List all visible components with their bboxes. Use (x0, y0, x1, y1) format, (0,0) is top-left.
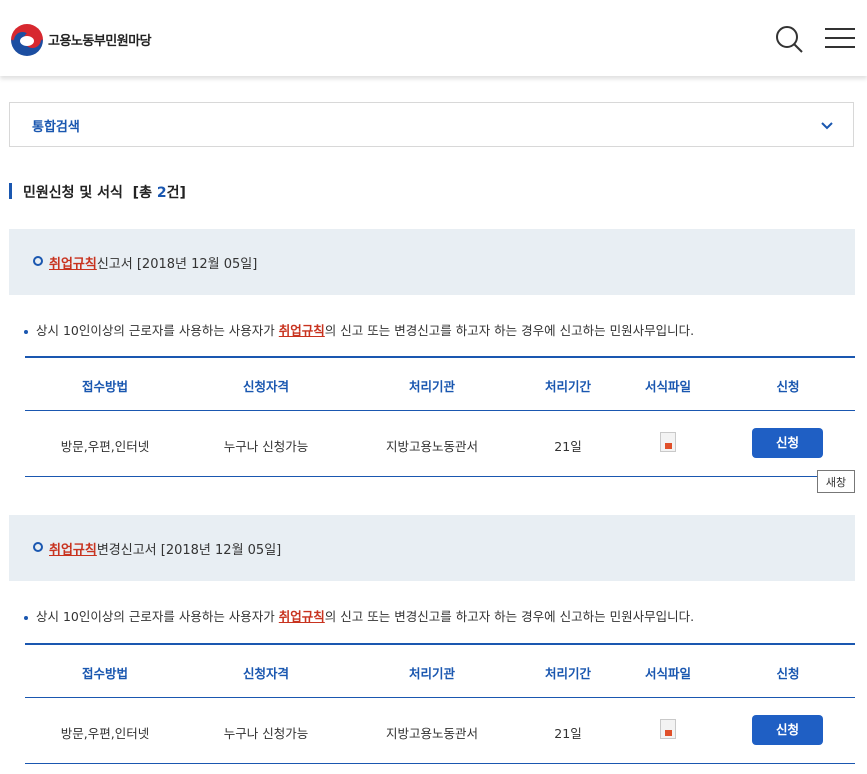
column-header: 처리기간 (544, 379, 592, 394)
result-item-header: 취업규칙변경신고서 [2018년 12월 05일] (9, 515, 855, 581)
column-header: 처리기간 (544, 666, 592, 681)
count-prefix: [총 (132, 185, 157, 201)
hamburger-menu-icon[interactable] (823, 22, 857, 56)
column-header: 신청 (776, 379, 800, 394)
result-item-title-link[interactable]: 취업규칙변경신고서 [2018년 12월 05일] (49, 539, 281, 558)
result-item-description: 상시 10인이상의 근로자를 사용하는 사용자가 취업규칙의 신고 또는 변경신… (24, 320, 694, 339)
column-header: 접수방법 (81, 666, 129, 681)
cell-method: 방문,우편,인터넷 (60, 726, 150, 741)
chevron-down-icon[interactable] (820, 118, 834, 137)
cell-agency: 지방고용노동관서 (385, 726, 479, 741)
cell-method: 방문,우편,인터넷 (60, 439, 150, 454)
site-header: 고용노동부민원마당 (0, 0, 867, 76)
cell-period: 21일 (554, 439, 582, 454)
column-header: 처리기관 (408, 666, 456, 681)
cell-period: 21일 (554, 726, 582, 741)
hwp-file-icon[interactable] (660, 719, 676, 739)
integrated-search-toggle[interactable]: 통합검색 (9, 102, 854, 147)
result-item-description: 상시 10인이상의 근로자를 사용하는 사용자가 취업규칙의 신고 또는 변경신… (24, 606, 694, 625)
column-header: 접수방법 (81, 379, 129, 394)
count-suffix: 건] (166, 185, 186, 201)
bullet-circle-icon (33, 256, 43, 266)
search-icon[interactable] (772, 22, 806, 56)
cell-eligibility: 누구나 신청가능 (223, 439, 309, 454)
column-header: 신청 (776, 666, 800, 681)
column-header: 처리기관 (408, 379, 456, 394)
column-header: 신청자격 (242, 666, 290, 681)
result-item-title-link[interactable]: 취업규칙신고서 [2018년 12월 05일] (49, 253, 257, 272)
bullet-circle-icon (33, 542, 43, 552)
integrated-search-label: 통합검색 (32, 120, 80, 135)
result-count: 2 (156, 185, 167, 201)
ministry-logo-icon[interactable] (11, 24, 43, 56)
cell-eligibility: 누구나 신청가능 (223, 726, 309, 741)
section-title-text: 민원신청 및 서식 (23, 185, 123, 201)
column-header: 서식파일 (644, 379, 692, 394)
cell-agency: 지방고용노동관서 (385, 439, 479, 454)
result-item-header: 취업규칙신고서 [2018년 12월 05일] (9, 229, 855, 295)
new-window-tooltip: 새창 (817, 470, 855, 493)
column-header: 신청자격 (242, 379, 290, 394)
column-header: 서식파일 (644, 666, 692, 681)
site-brand-name[interactable]: 고용노동부민원마당 (48, 30, 152, 49)
apply-button[interactable]: 신청 (752, 715, 823, 745)
hwp-file-icon[interactable] (660, 432, 676, 452)
apply-button[interactable]: 신청 (752, 428, 823, 458)
